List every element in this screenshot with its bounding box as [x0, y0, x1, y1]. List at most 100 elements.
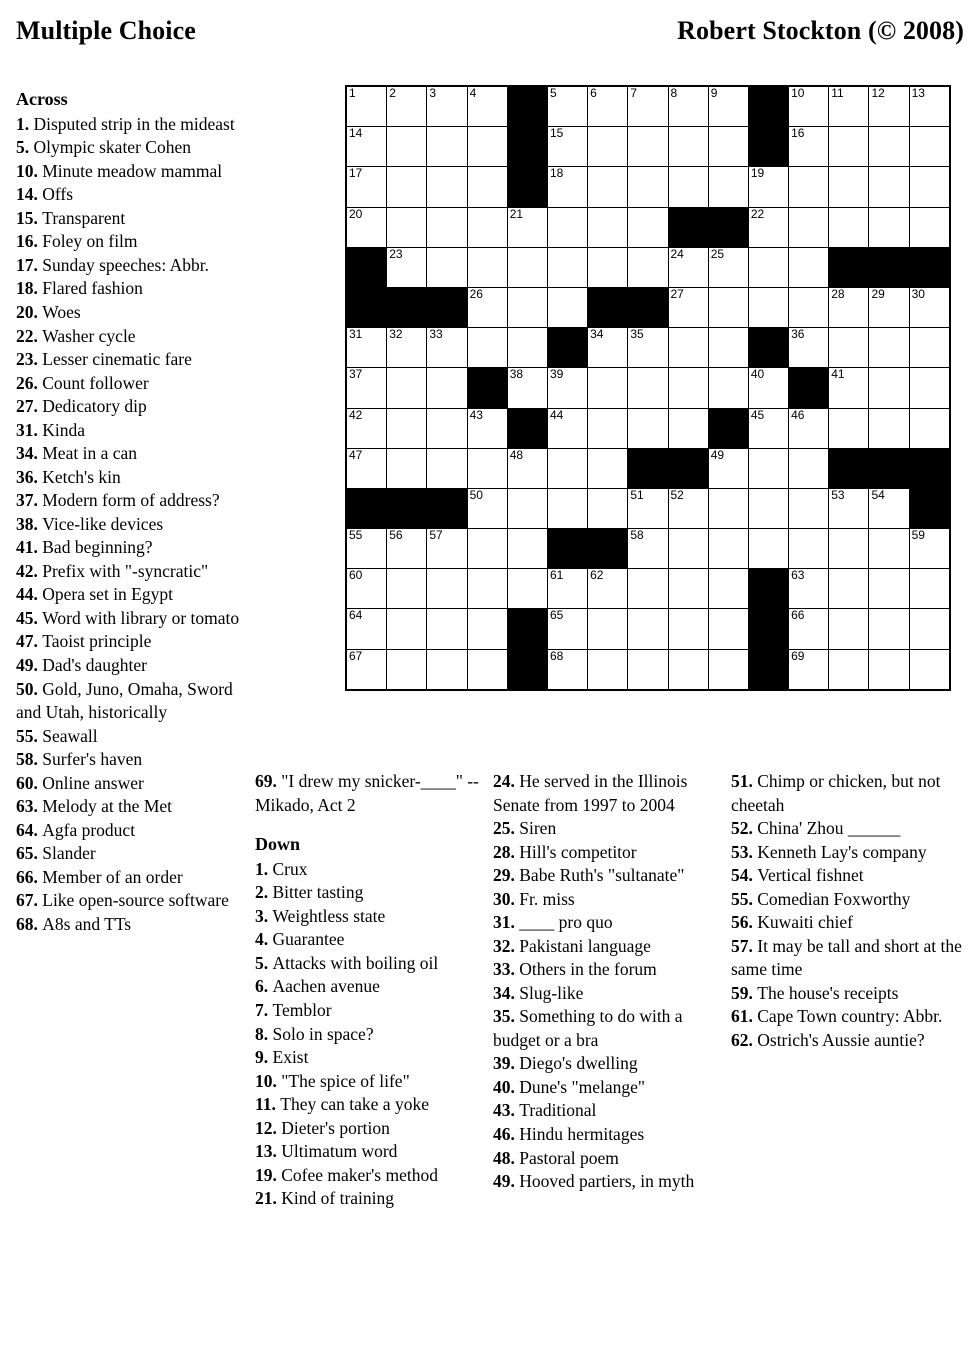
across-clue[interactable]: 65. Slander [16, 842, 244, 866]
grid-letter-cell[interactable]: 36 [788, 327, 830, 369]
grid-letter-cell[interactable]: 67 [345, 648, 388, 691]
across-clue[interactable]: 14. Offs [16, 183, 244, 207]
grid-letter-cell[interactable] [788, 447, 830, 489]
grid-letter-cell[interactable] [466, 447, 508, 489]
grid-letter-cell[interactable]: 24 [667, 246, 709, 288]
down-clue[interactable]: 52. China' Zhou ______ [731, 817, 967, 841]
down-clue[interactable]: 33. Others in the forum [493, 958, 717, 982]
across-clue[interactable]: 63. Melody at the Met [16, 795, 244, 819]
down-clue[interactable]: 61. Cape Town country: Abbr. [731, 1005, 967, 1029]
grid-letter-cell[interactable] [707, 126, 749, 168]
down-clue[interactable]: 51. Chimp or chicken, but not cheetah [731, 770, 967, 817]
grid-letter-cell[interactable]: 53 [828, 487, 870, 530]
down-clue[interactable]: 9. Exist [255, 1046, 479, 1070]
grid-letter-cell[interactable] [426, 608, 468, 650]
grid-letter-cell[interactable] [466, 166, 508, 208]
grid-letter-cell[interactable] [386, 447, 428, 489]
grid-letter-cell[interactable] [386, 648, 428, 691]
grid-letter-cell[interactable] [546, 487, 589, 530]
across-clue[interactable]: 36. Ketch's kin [16, 466, 244, 490]
grid-letter-cell[interactable]: 55 [345, 528, 388, 570]
grid-letter-cell[interactable]: 14 [345, 126, 388, 168]
grid-letter-cell[interactable] [587, 126, 629, 168]
across-clue[interactable]: 18. Flared fashion [16, 277, 244, 301]
grid-letter-cell[interactable]: 4 [466, 85, 508, 128]
grid-letter-cell[interactable] [667, 648, 709, 691]
grid-letter-cell[interactable]: 3 [426, 85, 468, 128]
down-clue[interactable]: 2. Bitter tasting [255, 881, 479, 905]
grid-letter-cell[interactable] [707, 327, 749, 369]
grid-letter-cell[interactable] [466, 648, 508, 691]
grid-letter-cell[interactable] [386, 608, 428, 650]
grid-letter-cell[interactable]: 19 [747, 166, 790, 208]
across-clue[interactable]: 27. Dedicatory dip [16, 395, 244, 419]
across-clue[interactable]: 17. Sunday speeches: Abbr. [16, 254, 244, 278]
down-clue[interactable]: 54. Vertical fishnet [731, 864, 967, 888]
grid-letter-cell[interactable]: 7 [627, 85, 669, 128]
down-clue[interactable]: 55. Comedian Foxworthy [731, 888, 967, 912]
grid-letter-cell[interactable] [587, 246, 629, 288]
across-clue[interactable]: 69. "I drew my snicker-____" -- Mikado, … [255, 770, 479, 817]
grid-letter-cell[interactable] [908, 126, 951, 168]
grid-letter-cell[interactable] [667, 407, 709, 449]
grid-letter-cell[interactable] [546, 447, 589, 489]
down-clue[interactable]: 49. Hooved partiers, in myth [493, 1170, 717, 1194]
grid-letter-cell[interactable] [386, 568, 428, 610]
down-clue[interactable]: 34. Slug-like [493, 982, 717, 1006]
down-clue[interactable]: 1. Crux [255, 858, 479, 882]
grid-letter-cell[interactable] [868, 648, 910, 691]
grid-letter-cell[interactable]: 13 [908, 85, 951, 128]
down-clue[interactable]: 62. Ostrich's Aussie auntie? [731, 1029, 967, 1053]
grid-letter-cell[interactable] [426, 407, 468, 449]
grid-letter-cell[interactable] [386, 166, 428, 208]
grid-letter-cell[interactable] [908, 407, 951, 449]
down-clue[interactable]: 31. ____ pro quo [493, 911, 717, 935]
grid-letter-cell[interactable] [627, 166, 669, 208]
grid-letter-cell[interactable]: 21 [506, 206, 548, 248]
grid-letter-cell[interactable] [667, 126, 709, 168]
grid-letter-cell[interactable]: 30 [908, 286, 951, 329]
grid-letter-cell[interactable]: 37 [345, 367, 388, 409]
grid-letter-cell[interactable] [747, 447, 790, 489]
grid-letter-cell[interactable]: 38 [506, 367, 548, 409]
across-clue[interactable]: 10. Minute meadow mammal [16, 160, 244, 184]
grid-letter-cell[interactable] [386, 206, 428, 248]
grid-letter-cell[interactable] [828, 648, 870, 691]
grid-letter-cell[interactable] [627, 407, 669, 449]
grid-letter-cell[interactable]: 48 [506, 447, 548, 489]
grid-letter-cell[interactable] [868, 166, 910, 208]
down-clue[interactable]: 10. "The spice of life" [255, 1070, 479, 1094]
down-clue[interactable]: 48. Pastoral poem [493, 1147, 717, 1171]
grid-letter-cell[interactable]: 27 [667, 286, 709, 329]
across-clue[interactable]: 47. Taoist principle [16, 630, 244, 654]
across-clue[interactable]: 49. Dad's daughter [16, 654, 244, 678]
grid-letter-cell[interactable] [868, 608, 910, 650]
grid-letter-cell[interactable]: 8 [667, 85, 709, 128]
grid-letter-cell[interactable] [506, 487, 548, 530]
grid-letter-cell[interactable] [788, 206, 830, 248]
across-clue[interactable]: 22. Washer cycle [16, 325, 244, 349]
grid-letter-cell[interactable] [667, 367, 709, 409]
grid-letter-cell[interactable] [506, 327, 548, 369]
grid-letter-cell[interactable]: 22 [747, 206, 790, 248]
across-clue[interactable]: 15. Transparent [16, 207, 244, 231]
grid-letter-cell[interactable] [788, 246, 830, 288]
grid-letter-cell[interactable]: 60 [345, 568, 388, 610]
down-clue[interactable]: 32. Pakistani language [493, 935, 717, 959]
grid-letter-cell[interactable]: 31 [345, 327, 388, 369]
grid-letter-cell[interactable]: 9 [707, 85, 749, 128]
grid-letter-cell[interactable]: 10 [788, 85, 830, 128]
grid-letter-cell[interactable]: 35 [627, 327, 669, 369]
grid-letter-cell[interactable] [506, 528, 548, 570]
grid-letter-cell[interactable] [908, 568, 951, 610]
down-clue[interactable]: 28. Hill's competitor [493, 841, 717, 865]
across-clue[interactable]: 45. Word with library or tomato [16, 607, 244, 631]
grid-letter-cell[interactable] [868, 568, 910, 610]
down-clue[interactable]: 11. They can take a yoke [255, 1093, 479, 1117]
grid-letter-cell[interactable] [828, 126, 870, 168]
down-clue[interactable]: 12. Dieter's portion [255, 1117, 479, 1141]
grid-letter-cell[interactable] [707, 487, 749, 530]
grid-letter-cell[interactable] [627, 367, 669, 409]
grid-letter-cell[interactable] [386, 407, 428, 449]
grid-letter-cell[interactable] [828, 528, 870, 570]
